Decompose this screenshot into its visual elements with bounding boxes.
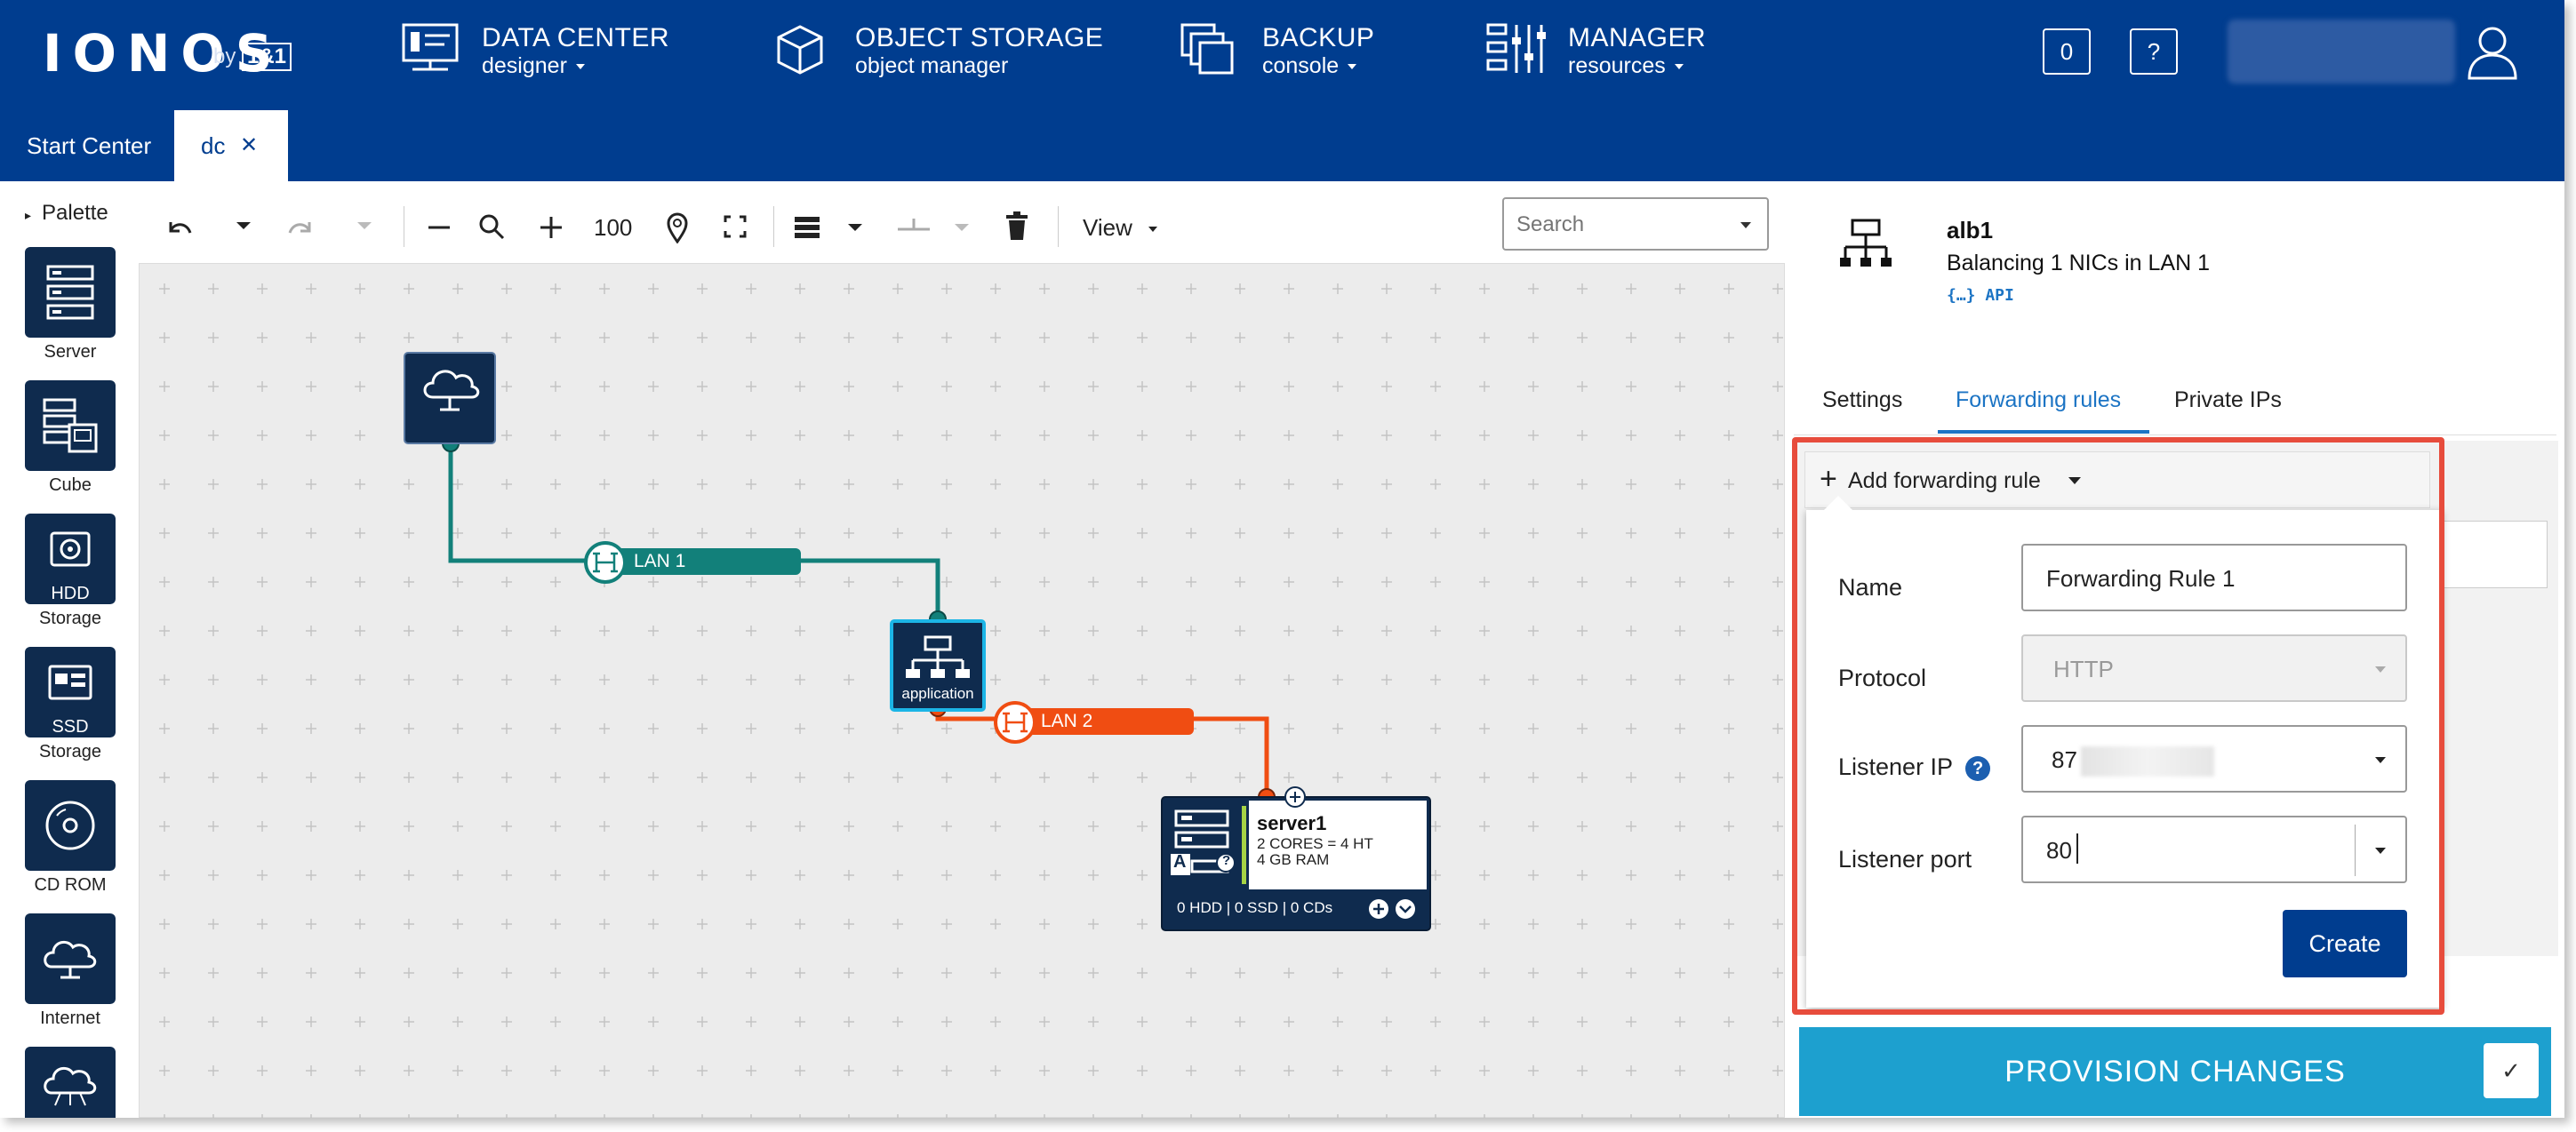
provision-changes-button[interactable]: PROVISION CHANGES (1799, 1027, 2551, 1116)
chevron-down-icon (1148, 227, 1157, 233)
palette-label: Cube (49, 475, 92, 495)
object-storage-icon (777, 25, 823, 75)
network-dropdown-icon (955, 224, 969, 231)
internet-cloud-icon (25, 913, 116, 1004)
zoom-out-icon[interactable] (427, 219, 452, 236)
search-input[interactable] (1516, 211, 1730, 238)
cd-rom-icon (25, 780, 116, 871)
close-icon[interactable]: ✕ (240, 110, 258, 181)
undo-icon[interactable] (164, 213, 196, 242)
layout-dropdown-icon[interactable] (848, 222, 862, 233)
palette-item-server[interactable]: Server (25, 247, 116, 363)
panel-title: alb1 (1947, 217, 1994, 243)
view-menu-button[interactable]: View (1083, 210, 1157, 245)
palette-header[interactable]: ▸ Palette (25, 201, 108, 226)
document-tabs-bar: Start Center dc ✕ (0, 110, 2564, 181)
top-navigation-bar: IONOS by 1&1 DATA CENTER designer OBJECT… (0, 0, 2564, 110)
fullscreen-icon[interactable] (722, 213, 748, 240)
background-field (2427, 521, 2548, 588)
api-link[interactable]: {…} API (1947, 286, 2014, 305)
list-layout-icon[interactable] (793, 215, 821, 240)
hdd-icon: HDD (25, 514, 116, 604)
palette-item-cd-rom[interactable]: CD ROM (25, 780, 116, 896)
highlight-annotation-frame (1792, 437, 2444, 1015)
chevron-down-icon (1674, 64, 1684, 70)
server-storage-summary: 0 HDD | 0 SSD | 0 CDs (1177, 899, 1333, 916)
undo-dropdown-icon[interactable] (236, 220, 251, 231)
palette-item-hdd-storage[interactable]: HDD Storage (25, 514, 116, 629)
chevron-down-icon (575, 64, 585, 70)
tab-start-center[interactable]: Start Center (27, 110, 151, 181)
nav-subtitle: console (1262, 53, 1357, 79)
data-center-icon (402, 23, 459, 71)
checkmark-icon[interactable]: ✓ (2484, 1043, 2539, 1098)
active-tab-indicator (1938, 430, 2149, 434)
palette-label: Internet (40, 1008, 100, 1028)
tab-settings[interactable]: Settings (1822, 387, 1902, 413)
design-canvas[interactable]: LAN 1 LAN 2 application A ? (139, 263, 1786, 1118)
palette-item-internet[interactable]: Internet (25, 913, 116, 1029)
cube-icon (25, 380, 116, 471)
palette-label-overlay: SSD (52, 717, 89, 737)
load-balancer-icon (1840, 219, 1892, 267)
logo-by-text: by (213, 44, 236, 68)
backup-icon (1180, 23, 1234, 75)
load-balancer-label: application (901, 685, 974, 702)
ssd-icon: SSD (25, 647, 116, 737)
panel-subtitle: Balancing 1 NICs in LAN 1 (1947, 251, 2210, 275)
redo-dropdown-icon (357, 222, 372, 229)
user-name-redacted (2228, 20, 2455, 84)
nav-title: OBJECT STORAGE (855, 23, 1104, 52)
trash-icon[interactable] (1004, 211, 1029, 242)
brand-logo: 1&1 (242, 43, 292, 71)
tab-private-ips[interactable]: Private IPs (2174, 387, 2282, 413)
zoom-level[interactable]: 100 (594, 210, 632, 245)
palette-item-load-balancer[interactable] (25, 1047, 116, 1118)
server-cores: 2 CORES = 4 HT (1257, 835, 1373, 852)
server-ram: 4 GB RAM (1257, 851, 1330, 868)
server-availability-badge: A (1173, 852, 1187, 872)
tab-dc[interactable]: dc ✕ (174, 110, 288, 181)
chevron-down-icon (1348, 64, 1357, 70)
palette-label: Storage (38, 609, 102, 628)
tabs-divider (1794, 434, 2556, 435)
search-dropdown[interactable] (1502, 197, 1769, 251)
manager-icon (1486, 23, 1546, 73)
help-button[interactable]: ? (2130, 28, 2178, 75)
palette-label: CD ROM (34, 875, 107, 895)
nav-title: BACKUP (1262, 23, 1375, 52)
nav-subtitle: object manager (855, 53, 1009, 78)
nav-title: DATA CENTER (482, 23, 670, 52)
location-pin-icon[interactable] (665, 211, 690, 243)
toolbar-divider (1058, 206, 1059, 247)
redo-icon (288, 222, 311, 234)
nav-title: MANAGER (1568, 23, 1707, 52)
server-icon (25, 247, 116, 338)
palette-label: Server (44, 342, 97, 362)
notification-counter-button[interactable]: 0 (2043, 28, 2091, 75)
app-window: IONOS by 1&1 DATA CENTER designer OBJECT… (0, 0, 2564, 1118)
toolbar-divider (773, 206, 774, 247)
tab-forwarding-rules[interactable]: Forwarding rules (1956, 387, 2121, 413)
caret-right-icon: ▸ (25, 208, 32, 222)
cloud-network-icon (25, 1047, 116, 1118)
chevron-down-icon[interactable] (1740, 222, 1751, 228)
palette-item-ssd-storage[interactable]: SSD Storage (25, 647, 116, 762)
lan2-label: LAN 2 (1041, 711, 1093, 731)
zoom-fit-icon[interactable] (478, 213, 505, 242)
network-split-icon (898, 219, 930, 231)
palette-label-overlay: HDD (51, 584, 90, 603)
palette-label: Storage (38, 742, 102, 761)
internet-node[interactable] (404, 352, 496, 444)
nav-subtitle: resources (1568, 53, 1684, 79)
question-icon: ? (1222, 853, 1231, 868)
palette-item-cube[interactable]: Cube (25, 380, 116, 496)
server-name: server1 (1257, 812, 1327, 834)
lan1-label: LAN 1 (634, 551, 686, 571)
nav-subtitle: designer (482, 53, 585, 79)
tab-label: dc (201, 132, 226, 159)
user-avatar-icon[interactable] (2466, 23, 2519, 82)
zoom-in-icon[interactable] (539, 213, 564, 242)
